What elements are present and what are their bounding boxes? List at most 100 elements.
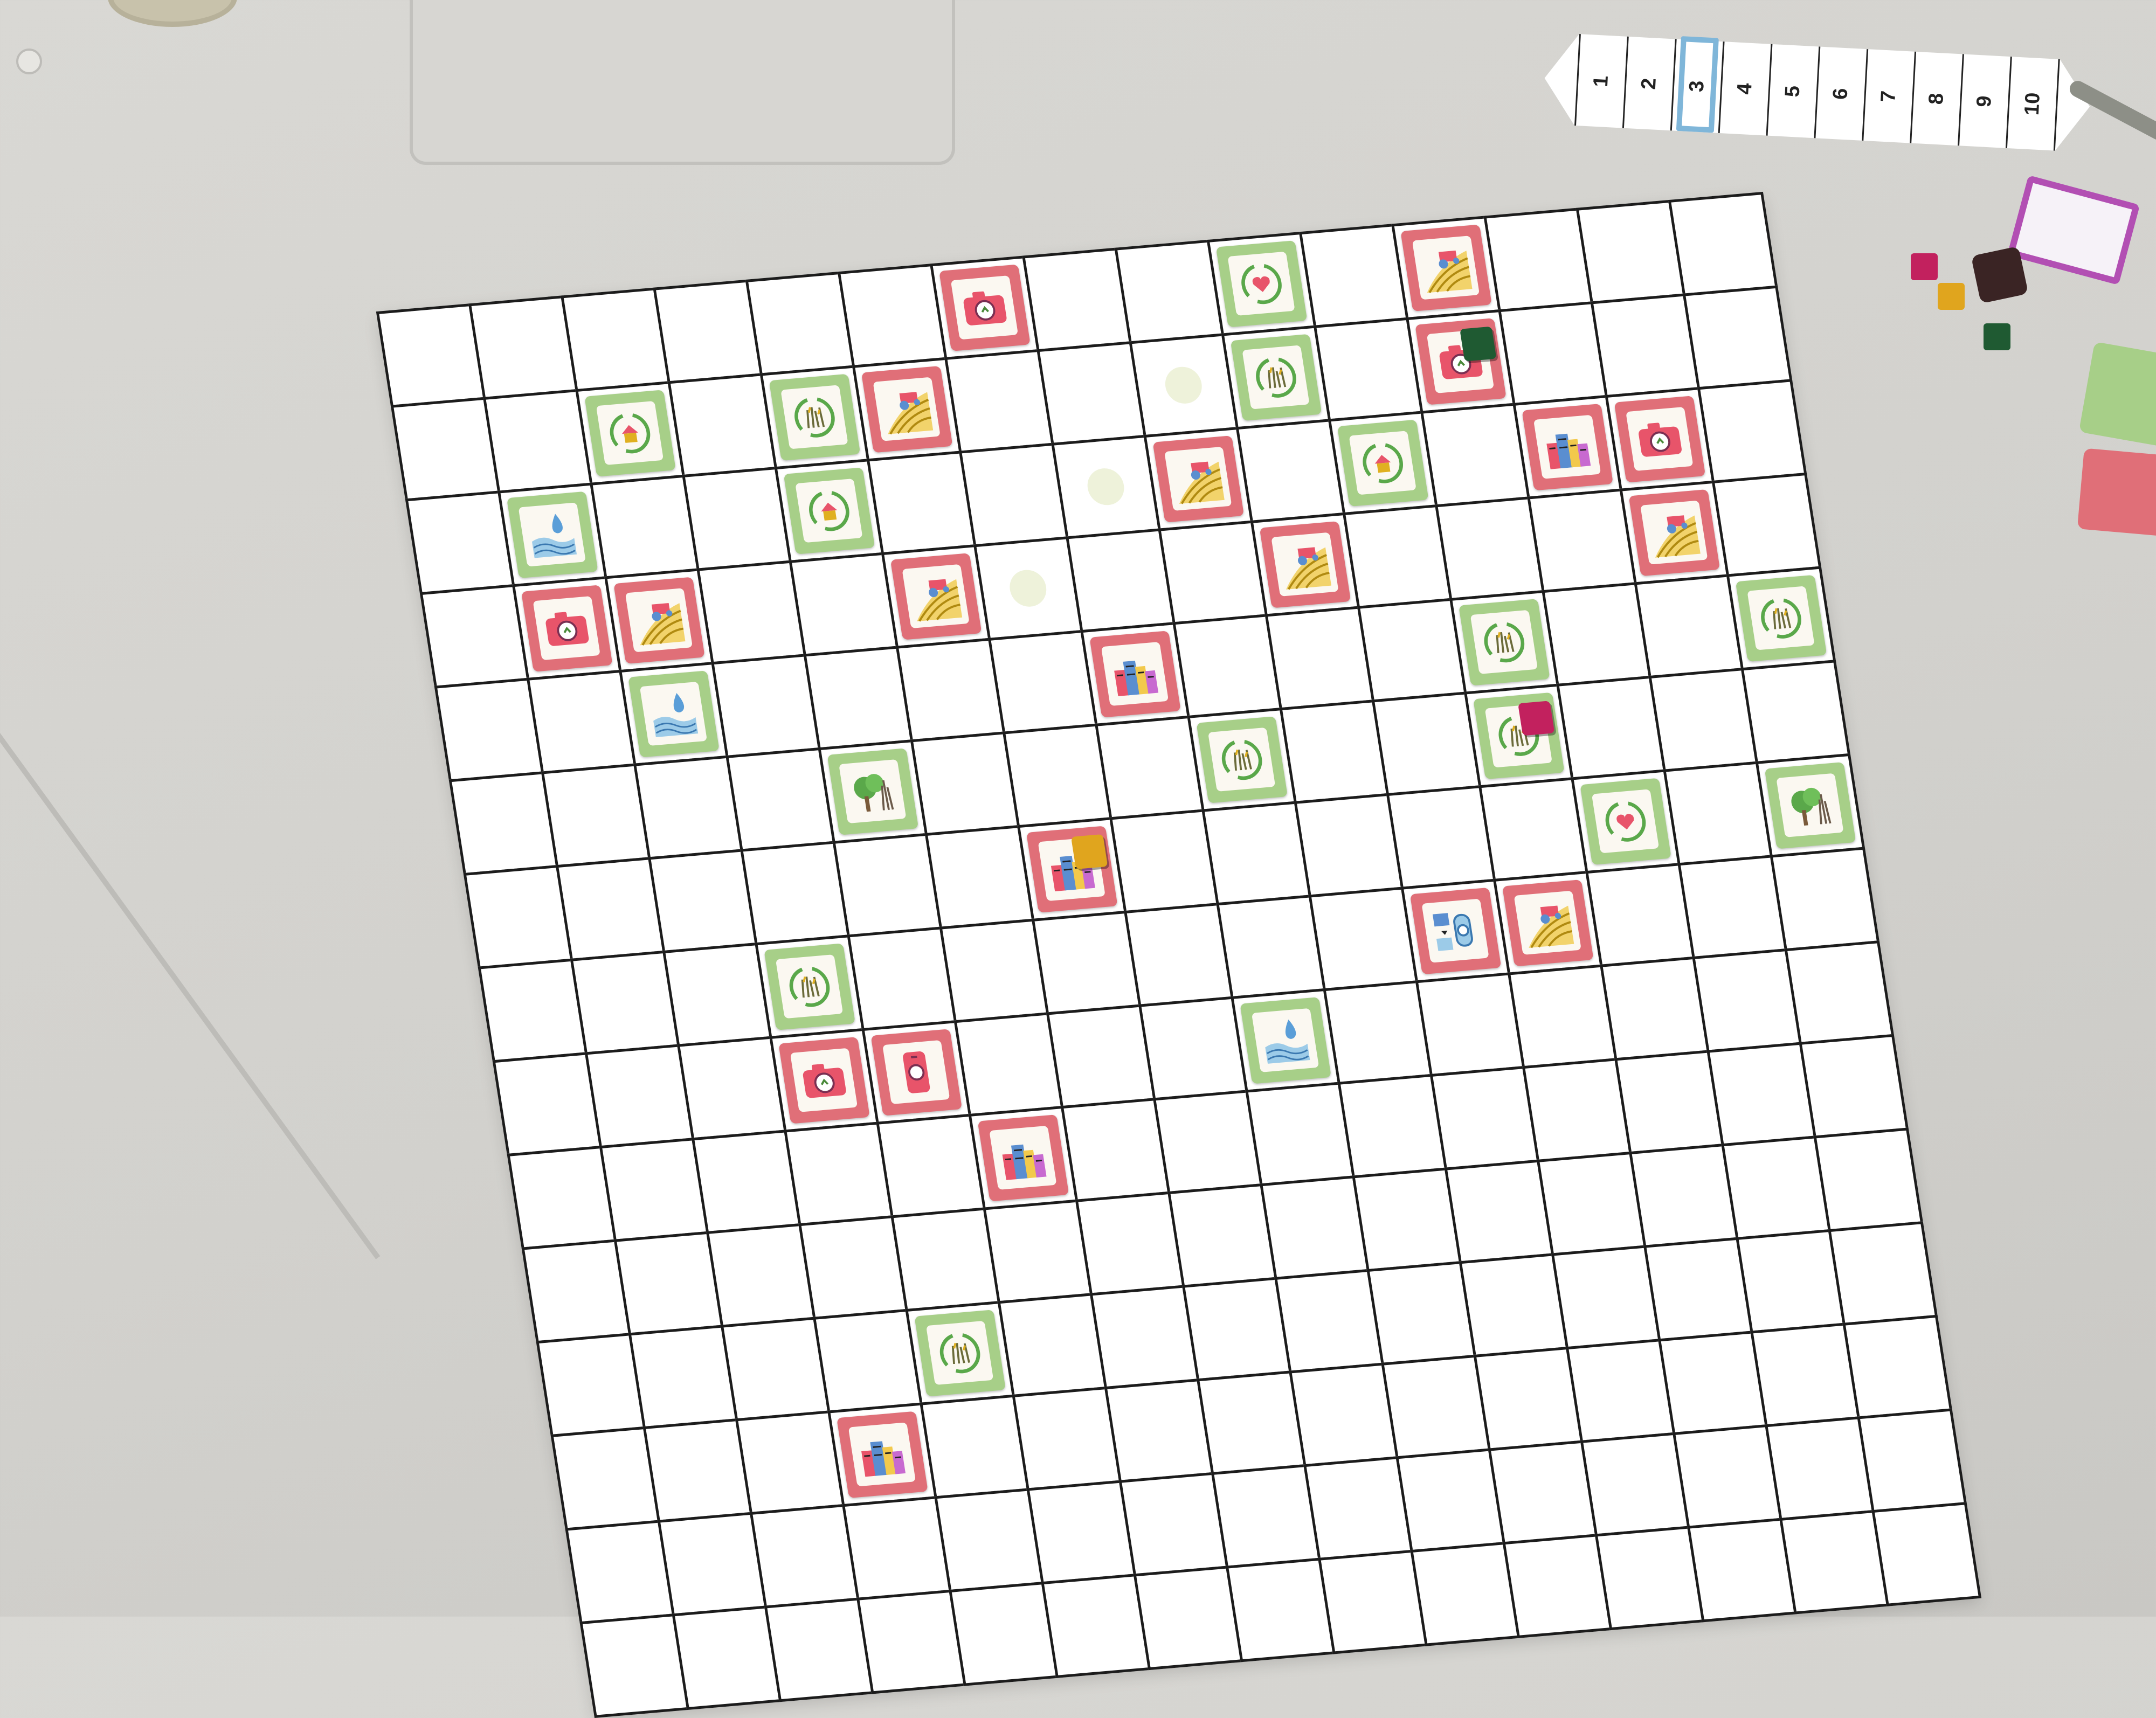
board-square[interactable] <box>1046 1003 1156 1109</box>
board-square[interactable] <box>1186 707 1297 812</box>
board-square[interactable] <box>1604 386 1715 491</box>
board-square[interactable] <box>1614 1049 1724 1154</box>
board-square[interactable] <box>1366 1260 1476 1366</box>
board-square[interactable] <box>1114 239 1224 344</box>
board-square[interactable] <box>1075 1191 1185 1296</box>
board-square[interactable] <box>1225 1557 1336 1662</box>
loose-tile-green[interactable] <box>2078 341 2156 451</box>
board-square[interactable] <box>710 653 821 758</box>
board-square[interactable] <box>1507 964 1618 1069</box>
board-square[interactable] <box>745 271 855 376</box>
tile-recycle-heart[interactable] <box>1215 240 1307 328</box>
tile-phone[interactable] <box>870 1028 962 1116</box>
board-square[interactable] <box>895 638 1005 743</box>
board-square[interactable] <box>861 1020 971 1125</box>
board-square[interactable] <box>671 1605 782 1710</box>
tile-city-buildings[interactable] <box>977 1114 1069 1202</box>
board-square[interactable] <box>725 747 835 852</box>
board-square[interactable] <box>1317 1549 1428 1654</box>
board-square[interactable] <box>1677 854 1787 959</box>
board-square[interactable] <box>1157 520 1268 625</box>
board-square[interactable] <box>477 958 588 1063</box>
board-square[interactable] <box>1672 1424 1782 1529</box>
board-square[interactable] <box>1784 940 1894 1045</box>
board-square[interactable] <box>550 1426 660 1531</box>
board-square[interactable] <box>564 1519 675 1624</box>
board-square[interactable] <box>1264 606 1374 710</box>
tile-water-drop[interactable] <box>1239 996 1331 1084</box>
board-square[interactable] <box>584 1043 695 1148</box>
score-track-cell[interactable]: 2 <box>1622 36 1675 131</box>
board-square[interactable] <box>555 856 666 961</box>
board-square[interactable] <box>1109 808 1219 913</box>
tile-tractor-field[interactable] <box>613 577 705 664</box>
score-track-cell[interactable]: 10 <box>2005 57 2060 151</box>
board-square[interactable] <box>512 576 622 681</box>
board-square[interactable] <box>618 661 729 766</box>
board-square[interactable] <box>1250 512 1360 617</box>
board-square[interactable] <box>1750 1322 1860 1427</box>
board-square[interactable] <box>982 1199 1093 1304</box>
board-square[interactable] <box>1371 691 1482 796</box>
board-square[interactable] <box>1871 1501 1981 1606</box>
board-square[interactable] <box>691 1129 801 1234</box>
board-square[interactable] <box>1711 472 1821 577</box>
board-square[interactable] <box>803 645 913 750</box>
board-square[interactable] <box>1279 699 1389 804</box>
board-square[interactable] <box>1040 1573 1151 1678</box>
board-square[interactable] <box>1726 566 1836 670</box>
tile-tractor-field[interactable] <box>861 365 952 453</box>
tile-water-drop[interactable] <box>506 491 598 578</box>
board-square[interactable] <box>788 552 899 657</box>
tile-machine-diagram[interactable] <box>1409 887 1501 974</box>
board-square[interactable] <box>866 450 977 555</box>
board-square[interactable] <box>1735 1229 1846 1334</box>
board-square[interactable] <box>973 536 1083 641</box>
board-square[interactable] <box>1720 1135 1831 1240</box>
board-square[interactable] <box>1201 801 1311 905</box>
board-square[interactable] <box>1570 768 1681 874</box>
board-square[interactable] <box>676 1036 787 1140</box>
board-square[interactable] <box>376 303 486 408</box>
board-square[interactable] <box>1444 1159 1554 1264</box>
board-square[interactable] <box>535 1332 646 1437</box>
board-square[interactable] <box>541 763 651 868</box>
board-square[interactable] <box>1619 480 1729 585</box>
board-square[interactable] <box>1492 870 1603 975</box>
score-track-cell[interactable]: 9 <box>1958 54 2010 148</box>
board-square[interactable] <box>570 950 680 1055</box>
board-square[interactable] <box>1691 948 1802 1053</box>
tile-recycle-grass[interactable] <box>763 943 855 1030</box>
board-square[interactable] <box>1357 598 1467 703</box>
board-square[interactable] <box>1065 528 1176 633</box>
board-square[interactable] <box>434 677 544 782</box>
board-square[interactable] <box>997 1292 1107 1397</box>
board-square[interactable] <box>1590 293 1700 398</box>
tile-camera[interactable] <box>1613 395 1705 483</box>
tile-tractor-field[interactable] <box>1628 489 1720 576</box>
board-square[interactable] <box>1342 504 1453 609</box>
tile-tractor-field[interactable] <box>1152 435 1244 523</box>
board-square[interactable] <box>1123 902 1234 1007</box>
board-square[interactable] <box>904 1300 1015 1405</box>
board-square[interactable] <box>841 1495 952 1601</box>
board-square[interactable] <box>1094 715 1205 820</box>
tile-camera[interactable] <box>938 264 1031 351</box>
board-square[interactable] <box>1643 1237 1753 1342</box>
board-square[interactable] <box>497 482 607 587</box>
board-square[interactable] <box>1740 659 1850 764</box>
board-square[interactable] <box>1196 1370 1307 1475</box>
board-square[interactable] <box>492 1051 602 1156</box>
board-square[interactable] <box>1133 1565 1243 1670</box>
tile-recycle-house[interactable] <box>783 467 875 555</box>
board-square[interactable] <box>1449 590 1559 695</box>
board-square[interactable] <box>939 918 1049 1023</box>
board-square[interactable] <box>934 1487 1044 1592</box>
board-square[interactable] <box>837 263 948 368</box>
board-square[interactable] <box>390 397 501 502</box>
board-square[interactable] <box>924 825 1034 930</box>
board-square[interactable] <box>599 1137 709 1242</box>
board-square[interactable] <box>856 1589 966 1694</box>
board-square[interactable] <box>1380 1354 1491 1459</box>
board-square[interactable] <box>1308 886 1418 991</box>
